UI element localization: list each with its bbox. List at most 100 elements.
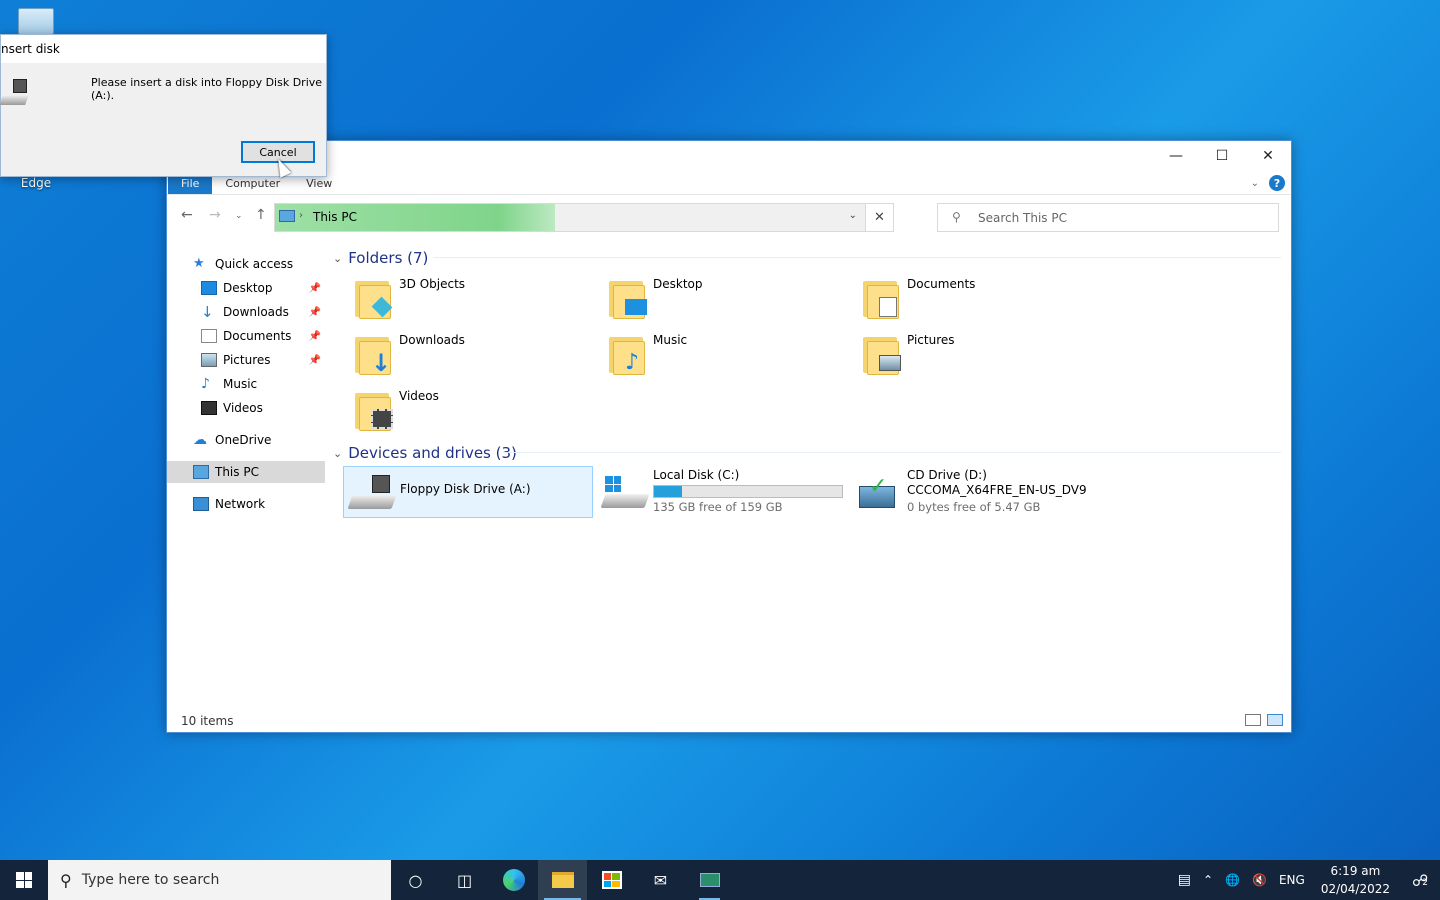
drive-local-c[interactable]: Local Disk (C:) 135 GB free of 159 GB [597,466,847,518]
search-placeholder: Search This PC [978,211,1067,225]
recycle-bin-desktop-icon[interactable] [0,0,72,38]
folder-documents[interactable]: Documents [861,277,1111,329]
search-box[interactable]: ⚲ Search This PC [937,203,1279,232]
pin-icon[interactable]: 📌 [309,307,321,318]
music-icon: ♪ [201,376,210,392]
ribbon-tabs: File Computer View ⌄ ? [167,173,1291,195]
folder-icon [551,872,574,888]
network-icon [193,497,209,511]
nav-item-this-pc[interactable]: This PC [167,461,325,483]
tiles-view-icon[interactable] [1267,714,1283,726]
nav-item-pictures[interactable]: Pictures 📌 [167,349,325,371]
collapse-chevron-icon[interactable]: ⌄ [333,252,342,265]
nav-label: Pictures [223,353,271,367]
address-bar[interactable]: › This PC ⌄ ✕ [274,203,894,232]
app-taskbar-button[interactable] [685,860,734,900]
up-arrow-icon[interactable]: ↑ [255,207,267,223]
mail-envelope-icon: ✉ [653,870,668,890]
pin-icon[interactable]: 📌 [309,331,321,342]
tab-file[interactable]: File [168,174,213,194]
address-dropdown-icon[interactable]: ⌄ [849,210,857,221]
folder-videos[interactable]: Videos [353,389,603,441]
file-explorer-taskbar-button[interactable] [538,860,587,900]
nav-label: Downloads [223,305,289,319]
folder-label: Documents [907,277,976,291]
dialog-message: Please insert a disk into Floppy Disk Dr… [91,76,323,102]
this-pc-icon [279,210,295,222]
app-window-icon [699,873,720,887]
nav-item-onedrive[interactable]: ☁ OneDrive [167,429,325,451]
clock-time: 6:19 am [1330,864,1381,878]
navigation-pane: ★ Quick access Desktop 📌 ↓ Downloads 📌 D… [167,245,327,715]
folder-label: Pictures [907,333,955,347]
nav-label: Music [223,377,258,391]
cd-drive-icon: ✓ [857,472,901,512]
system-tray: ▤ ⌃ 🌐 🔇 ENG 6:19 am 02/04/2022 ☍ 2 [1172,860,1440,900]
start-button[interactable] [0,860,48,900]
collapse-chevron-icon[interactable]: ⌄ [333,447,342,460]
breadcrumb-this-pc[interactable]: This PC [313,210,357,224]
nav-label: Quick access [215,257,294,271]
nav-item-desktop[interactable]: Desktop 📌 [167,277,325,299]
store-taskbar-button[interactable] [587,860,636,900]
taskbar-search-box[interactable]: ⚲ Type here to search [48,860,391,900]
pin-icon[interactable]: 📌 [309,355,321,366]
file-explorer-window: — ☐ ✕ File Computer View ⌄ ? ← → ⌄ ↑ › T… [166,140,1292,733]
cortana-button[interactable]: ○ [391,860,440,900]
nav-quick-access[interactable]: ★ Quick access [167,253,325,275]
folder-label: Videos [399,389,439,403]
recent-locations-chevron-icon[interactable]: ⌄ [235,211,243,221]
show-hidden-icons-chevron-icon[interactable]: ⌃ [1197,873,1219,887]
pin-icon[interactable]: 📌 [309,283,321,294]
network-globe-icon[interactable]: 🌐 [1219,873,1246,887]
input-language[interactable]: ENG [1273,873,1311,887]
help-icon[interactable]: ? [1269,175,1285,191]
onedrive-cloud-icon: ☁ [193,432,207,448]
nav-label: OneDrive [215,433,272,447]
news-widget-icon[interactable]: ▤ [1172,872,1197,888]
nav-item-network[interactable]: Network [167,493,325,515]
notification-center-button[interactable]: ☍ 2 [1400,871,1440,890]
folder-label: 3D Objects [399,277,466,291]
folder-downloads[interactable]: ↓ Downloads [353,333,603,385]
disk-usage-bar [653,485,843,498]
drive-name: CD Drive (D:) [907,468,987,482]
drive-floppy-a[interactable]: Floppy Disk Drive (A:) [343,466,593,518]
folder-icon [861,333,901,377]
breadcrumb-chevron-icon[interactable]: › [299,210,303,221]
expand-ribbon-icon[interactable]: ⌄ [1251,178,1259,189]
task-view-button[interactable]: ◫ [440,860,489,900]
nav-item-downloads[interactable]: ↓ Downloads 📌 [167,301,325,323]
group-divider [503,452,1281,453]
clock[interactable]: 6:19 am 02/04/2022 [1311,862,1400,898]
folders-group-header[interactable]: ⌄ Folders (7) [333,249,428,267]
folder-3d-objects[interactable]: 3D Objects [353,277,603,329]
folder-music[interactable]: ♪ Music [607,333,857,385]
details-view-icon[interactable] [1245,714,1261,726]
nav-item-music[interactable]: ♪ Music [167,373,325,395]
edge-desktop-label[interactable]: Edge [0,176,72,190]
desktop-icon [201,281,217,295]
edge-taskbar-button[interactable] [489,860,538,900]
volume-muted-icon[interactable]: 🔇 [1246,873,1273,887]
close-button[interactable]: ✕ [1245,141,1291,171]
taskbar-search-placeholder: Type here to search [81,872,220,888]
folder-desktop[interactable]: Desktop [607,277,857,329]
drive-cd-d[interactable]: ✓ CD Drive (D:) CCCOMA_X64FRE_EN-US_DV9 … [851,466,1141,518]
maximize-button[interactable]: ☐ [1199,141,1245,171]
tab-view[interactable]: View [293,174,345,194]
minimize-button[interactable]: — [1153,141,1199,171]
videos-icon [201,401,217,415]
folder-icon: ♪ [607,333,647,377]
folder-pictures[interactable]: Pictures [861,333,1111,385]
mail-taskbar-button[interactable]: ✉ [636,860,685,900]
devices-group-header[interactable]: ⌄ Devices and drives (3) [333,444,517,462]
stop-loading-icon[interactable]: ✕ [865,203,894,232]
dialog-title: nsert disk [1,35,326,63]
forward-arrow-icon[interactable]: → [209,207,221,223]
nav-item-documents[interactable]: Documents 📌 [167,325,325,347]
floppy-drive-icon [347,473,397,513]
back-arrow-icon[interactable]: ← [181,207,193,223]
nav-item-videos[interactable]: Videos [167,397,325,419]
windows-logo-icon [16,872,32,888]
